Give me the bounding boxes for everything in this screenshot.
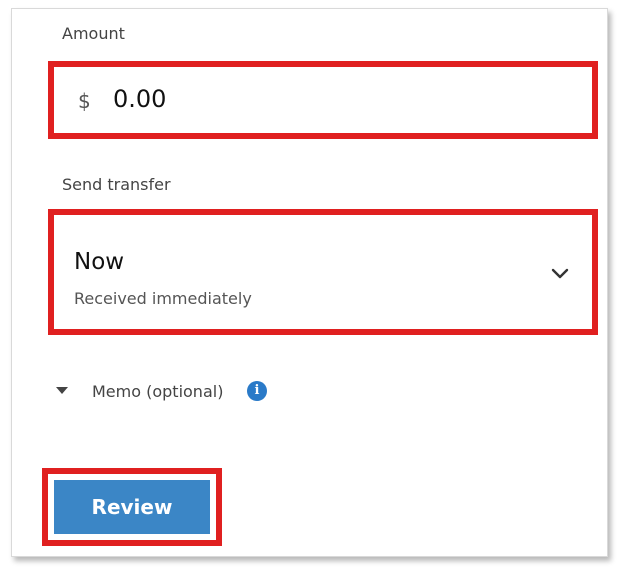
send-transfer-label: Send transfer (62, 175, 171, 194)
send-transfer-dropdown[interactable]: Now Received immediately (48, 209, 598, 335)
amount-field[interactable]: $ (48, 61, 598, 139)
transfer-form-panel: Amount $ Send transfer Now Received imme… (11, 8, 608, 557)
chevron-down-icon[interactable] (550, 265, 570, 281)
caret-down-icon (56, 387, 68, 394)
amount-label: Amount (62, 24, 125, 43)
send-transfer-selected-description: Received immediately (74, 289, 252, 308)
info-icon[interactable]: i (247, 381, 267, 401)
memo-toggle[interactable]: Memo (optional) i (52, 379, 282, 405)
review-button[interactable]: Review (54, 480, 210, 534)
send-transfer-selected-value: Now (74, 249, 125, 275)
memo-label: Memo (optional) (92, 382, 224, 401)
amount-input[interactable] (113, 85, 313, 113)
currency-symbol: $ (78, 89, 91, 113)
review-button-highlight: Review (42, 468, 222, 546)
